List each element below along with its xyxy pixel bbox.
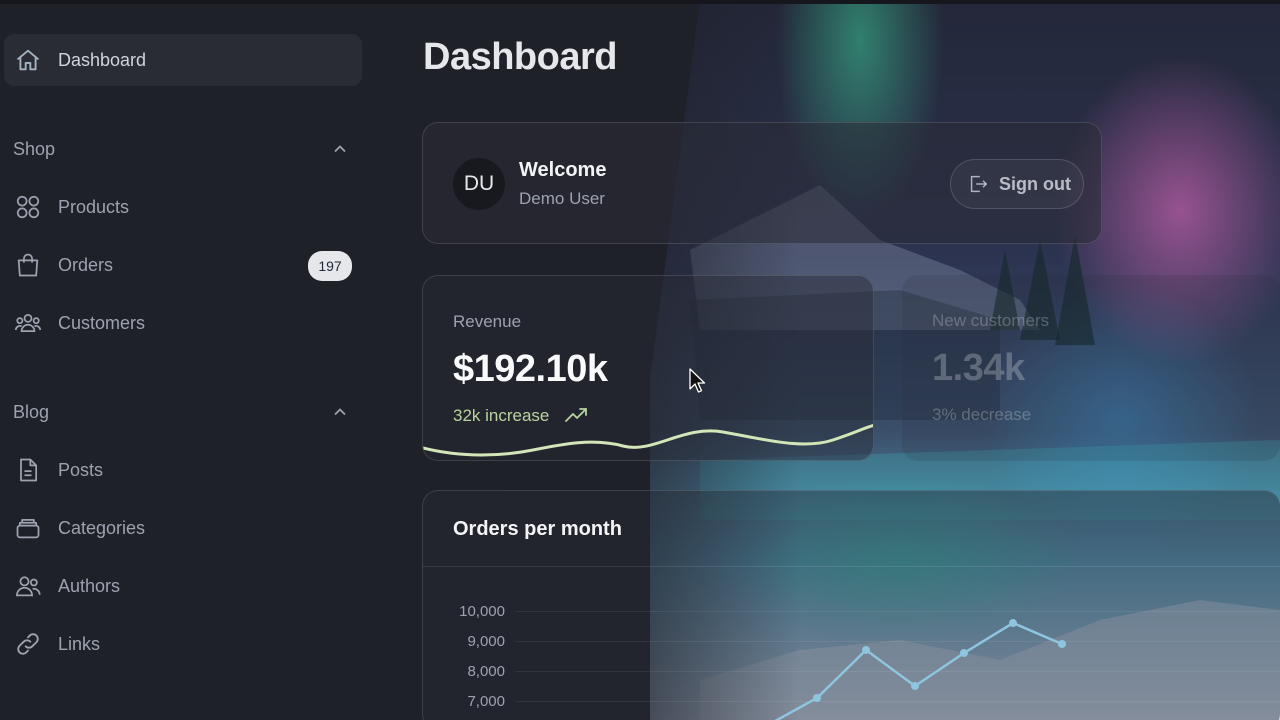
stat-label: New customers	[932, 311, 1050, 330]
sidebar-group-shop-title[interactable]: Shop	[13, 139, 55, 160]
sidebar-item-orders[interactable]: Orders 197	[4, 239, 362, 291]
orders-line-chart	[774, 619, 1066, 720]
data-point[interactable]	[960, 649, 968, 657]
welcome-title: Welcome	[519, 159, 607, 181]
data-point[interactable]	[1058, 640, 1066, 648]
new-customers-stat-card: New customers 1.34k 3% decrease	[902, 275, 1280, 461]
orders-chart-card: Orders per month 10,000 9,000 8,000 7,00…	[422, 490, 1280, 720]
sidebar-item-dashboard[interactable]: Dashboard	[4, 34, 362, 86]
sign-out-button[interactable]: Sign out	[950, 159, 1084, 209]
revenue-sparkline	[423, 423, 873, 457]
shopping-bag-icon	[17, 253, 39, 277]
sidebar-item-authors[interactable]: Authors	[4, 560, 362, 612]
sidebar-item-label: Customers	[58, 312, 146, 333]
data-point[interactable]	[813, 694, 821, 702]
sidebar-item-posts[interactable]: Posts	[4, 444, 362, 496]
sidebar-item-label: Categories	[58, 517, 146, 538]
sidebar-item-label: Orders	[58, 254, 114, 275]
sidebar: Dashboard Shop Products Orders 197 Custo…	[0, 0, 372, 720]
stat-value: 1.34k	[932, 347, 1025, 389]
sidebar-item-links[interactable]: Links	[4, 618, 362, 670]
stat-value: $192.10k	[453, 348, 608, 390]
rectangle-stack-icon	[16, 518, 40, 539]
chevron-up-icon[interactable]	[330, 139, 350, 159]
sidebar-item-label: Authors	[58, 575, 121, 596]
sidebar-item-label: Dashboard	[58, 49, 147, 70]
data-point[interactable]	[862, 646, 870, 654]
sidebar-group-blog-title[interactable]: Blog	[13, 402, 49, 423]
sidebar-item-customers[interactable]: Customers	[4, 297, 362, 349]
user-group-icon	[14, 313, 42, 333]
orders-count-badge: 197	[308, 251, 352, 281]
home-icon	[16, 49, 40, 71]
users-icon	[16, 576, 41, 597]
welcome-card: DU Welcome Demo User Sign out	[422, 122, 1102, 244]
sidebar-item-label: Posts	[58, 459, 104, 480]
sign-out-icon	[970, 175, 987, 193]
stat-label: Revenue	[453, 312, 522, 331]
chevron-up-icon[interactable]	[330, 402, 350, 422]
document-icon	[20, 458, 38, 482]
sign-out-label: Sign out	[999, 173, 1071, 194]
data-point[interactable]	[1009, 619, 1017, 627]
mouse-cursor-icon	[689, 368, 706, 393]
user-name: Demo User	[519, 189, 605, 208]
avatar[interactable]: DU	[453, 158, 505, 210]
revenue-stat-card: Revenue $192.10k 32k increase	[422, 275, 874, 461]
sidebar-item-label: Products	[58, 196, 130, 217]
link-icon	[17, 633, 39, 655]
stat-change: 3% decrease	[932, 405, 1032, 424]
series-line	[774, 621, 1063, 720]
sidebar-item-products[interactable]: Products	[4, 181, 362, 233]
page-title: Dashboard	[423, 36, 617, 78]
sidebar-item-label: Links	[58, 633, 101, 654]
data-point[interactable]	[911, 682, 919, 690]
sidebar-item-categories[interactable]: Categories	[4, 502, 362, 554]
grid-icon	[16, 195, 40, 219]
